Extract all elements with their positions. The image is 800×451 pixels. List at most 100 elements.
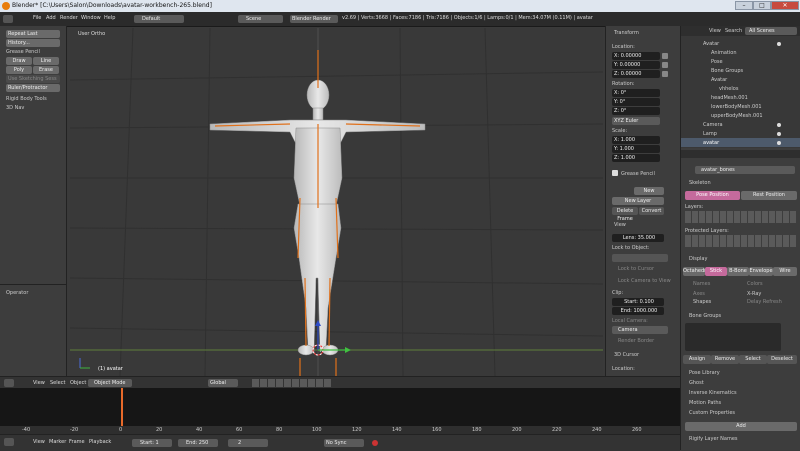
- visibility-icon[interactable]: [777, 123, 781, 127]
- bone-groups-header[interactable]: Bone Groups: [689, 313, 721, 319]
- gp-new-layer-button[interactable]: New Layer: [612, 197, 664, 205]
- display-envelope-button[interactable]: Envelope: [749, 267, 773, 276]
- lock-to-cursor-checkbox[interactable]: Lock to Cursor: [618, 266, 654, 272]
- viewport-view-menu[interactable]: View: [33, 380, 45, 386]
- grease-pencil-checkbox[interactable]: [612, 170, 618, 176]
- motion-paths-header[interactable]: Motion Paths: [689, 400, 721, 406]
- add-property-button[interactable]: Add: [685, 422, 797, 431]
- skeleton-header[interactable]: Skeleton: [689, 180, 711, 186]
- transform-header[interactable]: Transform: [614, 30, 639, 36]
- operator-header[interactable]: Operator: [6, 290, 28, 296]
- editor-type-icon[interactable]: [3, 15, 13, 23]
- viewport-object-menu[interactable]: Object: [70, 380, 86, 386]
- outliner-item[interactable]: upperBodyMesh.001: [711, 113, 763, 119]
- layers-grid[interactable]: [685, 211, 797, 223]
- axes-checkbox[interactable]: Axes: [693, 291, 705, 297]
- 3d-viewport[interactable]: User Ortho (1) avatar: [70, 28, 603, 376]
- visibility-icon[interactable]: [777, 132, 781, 136]
- ghost-header[interactable]: Ghost: [689, 380, 704, 386]
- display-header[interactable]: Display: [689, 256, 707, 262]
- bone-group-assign-button[interactable]: Assign: [683, 355, 711, 364]
- xray-checkbox[interactable]: X-Ray: [747, 291, 761, 297]
- gp-new-button[interactable]: New: [634, 187, 664, 195]
- layout-select[interactable]: Default: [134, 15, 184, 23]
- lock-object-field[interactable]: [612, 254, 668, 262]
- menu-add[interactable]: Add: [46, 15, 56, 21]
- view-header[interactable]: View: [614, 222, 626, 228]
- timeline-editor-icon[interactable]: [4, 438, 14, 446]
- current-frame-field[interactable]: 2: [228, 439, 268, 447]
- scene-select[interactable]: Scene: [238, 15, 283, 23]
- clip-end-field[interactable]: End: 1000.000: [612, 307, 664, 315]
- viewport-editor-icon[interactable]: [4, 379, 14, 387]
- bone-group-deselect-button[interactable]: Deselect: [767, 355, 797, 364]
- delay-refresh-checkbox[interactable]: Delay Refresh: [747, 299, 782, 305]
- lock-icon[interactable]: [662, 62, 668, 68]
- scale-z-field[interactable]: Z: 1.000: [612, 154, 660, 162]
- names-checkbox[interactable]: Names: [693, 281, 710, 287]
- location-x-field[interactable]: X: 0.00000: [612, 52, 660, 60]
- outliner-item[interactable]: vhhelos: [719, 86, 738, 92]
- colors-checkbox[interactable]: Colors: [747, 281, 763, 287]
- display-wire-button[interactable]: Wire: [773, 267, 797, 276]
- scale-y-field[interactable]: Y: 1.000: [612, 145, 660, 153]
- mode-select[interactable]: Object Mode: [88, 379, 132, 387]
- menu-render[interactable]: Render: [60, 15, 78, 21]
- menu-file[interactable]: File: [33, 15, 41, 21]
- outliner-selected-row[interactable]: [681, 138, 800, 147]
- repeat-last-button[interactable]: Repeat Last: [6, 30, 60, 38]
- custom-properties-header[interactable]: Custom Properties: [689, 410, 735, 416]
- gp-convert-button[interactable]: Convert: [639, 207, 664, 215]
- location-y-field[interactable]: Y: 0.00000: [612, 61, 660, 69]
- sync-select[interactable]: No Sync: [324, 439, 364, 447]
- outliner-item[interactable]: Lamp: [703, 131, 717, 137]
- minimize-button[interactable]: –: [735, 1, 753, 10]
- pose-library-header[interactable]: Pose Library: [689, 370, 720, 376]
- display-octahedral-button[interactable]: Octahedral: [683, 267, 711, 276]
- armature-name-field[interactable]: avatar_bones: [695, 166, 795, 174]
- 3d-cursor-header[interactable]: 3D Cursor: [614, 352, 639, 358]
- record-icon[interactable]: [372, 440, 378, 446]
- display-stick-button[interactable]: Stick: [705, 267, 727, 276]
- gp-poly-button[interactable]: Poly: [6, 66, 32, 74]
- outliner-item[interactable]: Animation: [711, 50, 737, 56]
- clip-start-field[interactable]: Start: 0.100: [612, 298, 664, 306]
- menu-window[interactable]: Window: [81, 15, 101, 21]
- gp-draw-button[interactable]: Draw: [6, 57, 32, 65]
- outliner-item[interactable]: Avatar: [711, 77, 727, 83]
- protected-layers-grid[interactable]: [685, 235, 797, 247]
- bone-groups-list[interactable]: [685, 323, 781, 351]
- gp-sketch-toggle[interactable]: Use Sketching Sess: [6, 75, 60, 83]
- rotation-z-field[interactable]: Z: 0°: [612, 107, 660, 115]
- menu-help[interactable]: Help: [104, 15, 115, 21]
- history-button[interactable]: History...: [6, 39, 60, 47]
- rotation-y-field[interactable]: Y: 0°: [612, 98, 660, 106]
- orientation-select[interactable]: Global: [208, 379, 238, 387]
- 3d-nav-header[interactable]: 3D Nav: [6, 105, 24, 111]
- display-bbone-button[interactable]: B-Bone: [727, 267, 749, 276]
- timeline-playback-menu[interactable]: Playback: [89, 439, 111, 445]
- shapes-checkbox[interactable]: Shapes: [693, 299, 711, 305]
- timeline-frame-menu[interactable]: Frame: [69, 439, 85, 445]
- start-frame-field[interactable]: Start: 1: [132, 439, 172, 447]
- layer-buttons[interactable]: [252, 379, 332, 387]
- gp-erase-button[interactable]: Erase: [33, 66, 59, 74]
- maximize-button[interactable]: □: [753, 1, 771, 10]
- gp-line-button[interactable]: Line: [33, 57, 59, 65]
- ruler-button[interactable]: Ruler/Protractor: [6, 84, 60, 92]
- bone-group-remove-button[interactable]: Remove: [711, 355, 739, 364]
- grease-pencil-header[interactable]: Grease Pencil: [621, 171, 655, 177]
- end-frame-field[interactable]: End: 250: [178, 439, 218, 447]
- inverse-kinematics-header[interactable]: Inverse Kinematics: [689, 390, 737, 396]
- outliner-view-menu[interactable]: View: [709, 28, 721, 34]
- visibility-icon[interactable]: [777, 42, 781, 46]
- outliner-item[interactable]: Pose: [711, 59, 723, 65]
- lock-icon[interactable]: [662, 53, 668, 59]
- viewport-select-menu[interactable]: Select: [50, 380, 65, 386]
- rigify-layer-names-header[interactable]: Rigify Layer Names: [689, 436, 738, 442]
- outliner-item[interactable]: Bone Groups: [711, 68, 743, 74]
- rotation-x-field[interactable]: X: 0°: [612, 89, 660, 97]
- timeline-marker-menu[interactable]: Marker: [49, 439, 66, 445]
- render-border-checkbox[interactable]: Render Border: [618, 338, 654, 344]
- outliner-display-select[interactable]: All Scenes: [745, 27, 797, 35]
